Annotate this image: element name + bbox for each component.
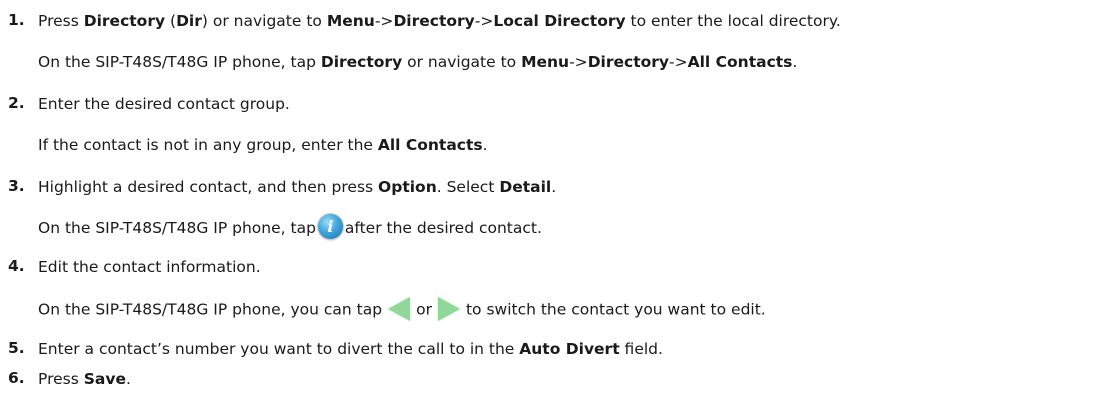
bold-text: Save [83,370,126,388]
step-number: 3. [8,177,25,195]
bold-text: Directory [587,53,670,71]
step-2-line-2: If the contact is not in any group, ente… [38,135,488,155]
text: or [416,300,432,319]
text: . [792,53,798,71]
text: . [125,370,131,388]
bold-text: All Contacts [687,53,793,71]
text: after the desired contact. [344,219,542,237]
text: . [551,178,557,196]
step-number: 6. [8,369,25,387]
bold-text: Menu [521,53,570,71]
step-4-line-2: On the SIP-T48S/T48G IP phone, you can t… [38,297,766,322]
text: to switch the contact you want to edit. [465,300,766,319]
bold-text: Dir [176,12,202,30]
info-icon: i [317,214,343,239]
step-4-line-1: Edit the contact information. [38,257,261,277]
text: Enter a contact’s number you want to div… [38,340,520,358]
bold-text: All Contacts [377,136,483,154]
text: to enter the local directory. [625,12,841,30]
step-5-line-1: Enter a contact’s number you want to div… [38,339,663,359]
text: . [482,136,488,154]
left-arrow-icon [388,297,411,321]
text: Highlight a desired contact, and then pr… [38,178,379,196]
text: -> [569,53,588,71]
right-arrow-icon [437,297,460,321]
text: or navigate to [402,53,522,71]
text: Edit the contact information. [38,258,261,276]
step-1-line-2: On the SIP-T48S/T48G IP phone, tap Direc… [38,52,797,72]
text: On the SIP-T48S/T48G IP phone, tap [38,53,321,71]
step-3-line-1: Highlight a desired contact, and then pr… [38,177,556,197]
step-number: 5. [8,339,25,357]
text: On the SIP-T48S/T48G IP phone, tap [38,219,316,237]
bold-text: Auto Divert [519,340,620,358]
text: -> [474,12,494,30]
step-number: 2. [8,94,25,112]
text: If the contact is not in any group, ente… [38,136,378,154]
text: ( [165,12,177,30]
bold-text: Directory [320,53,403,71]
step-6-line-1: Press Save. [38,369,131,389]
bold-text: Menu [326,12,375,30]
step-3-line-2: On the SIP-T48S/T48G IP phone, tap i after… [38,214,542,241]
step-2-line-1: Enter the desired contact group. [38,94,290,114]
step-number: 1. [8,11,25,29]
text: Press [38,12,84,30]
text: -> [374,12,394,30]
text: Press [38,370,84,388]
text: Enter the desired contact group. [38,95,290,113]
text: On the SIP-T48S/T48G IP phone, you can t… [38,300,383,319]
text: field. [619,340,663,358]
text: ) or navigate to [201,12,327,30]
bold-text: Detail [499,178,552,196]
step-1-line-1: Press Directory (Dir) or navigate to Men… [38,11,841,31]
bold-text: Local Directory [493,12,626,30]
bold-text: Directory [393,12,475,30]
bold-text: Option [378,178,437,196]
step-number: 4. [8,257,25,275]
bold-text: Directory [83,12,166,30]
text: -> [669,53,688,71]
text: . Select [436,178,500,196]
